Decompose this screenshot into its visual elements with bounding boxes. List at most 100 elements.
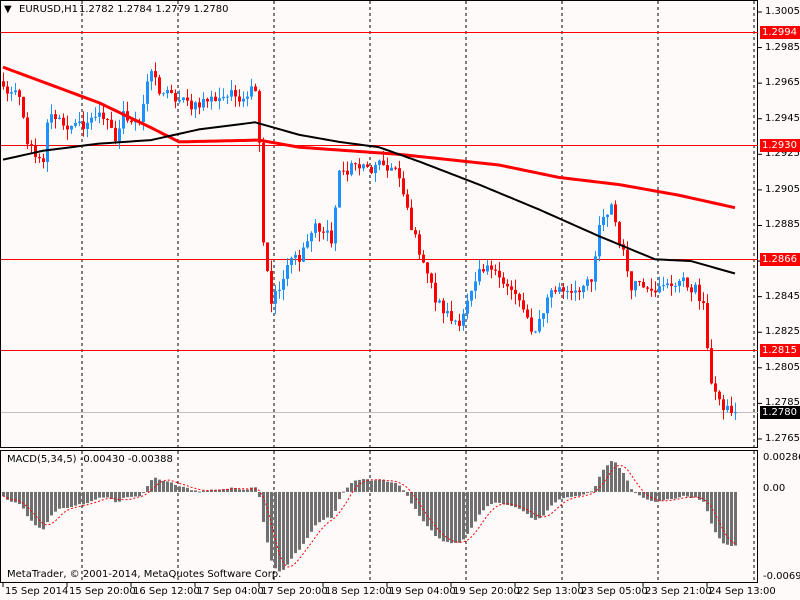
price-chart[interactable] bbox=[0, 0, 800, 600]
macd-histogram-bar bbox=[722, 491, 725, 544]
bear-candle bbox=[54, 114, 57, 120]
bear-candle bbox=[62, 117, 65, 126]
macd-histogram-bar bbox=[626, 480, 629, 492]
macd-histogram-bar bbox=[590, 491, 593, 493]
bull-candle bbox=[594, 256, 597, 282]
bear-candle bbox=[266, 242, 269, 271]
macd-histogram-bar bbox=[182, 486, 185, 492]
macd-histogram-bar bbox=[242, 489, 245, 492]
macd-histogram-bar bbox=[122, 491, 125, 498]
macd-histogram-bar bbox=[30, 491, 33, 521]
bull-candle bbox=[586, 279, 589, 286]
bull-candle bbox=[274, 291, 277, 304]
macd-histogram-bar bbox=[26, 491, 29, 517]
macd-histogram-bar bbox=[374, 480, 377, 492]
macd-histogram-bar bbox=[118, 491, 121, 502]
macd-histogram-bar bbox=[346, 487, 349, 492]
macd-histogram-bar bbox=[638, 491, 641, 496]
bear-candle bbox=[298, 255, 301, 262]
macd-histogram-bar bbox=[310, 491, 313, 532]
bear-candle bbox=[562, 287, 565, 292]
bear-candle bbox=[686, 277, 689, 288]
macd-histogram-bar bbox=[70, 491, 73, 508]
macd-histogram-bar bbox=[170, 482, 173, 492]
bear-candle bbox=[418, 234, 421, 255]
bear-candle bbox=[270, 270, 273, 304]
bear-candle bbox=[106, 119, 109, 121]
macd-histogram-bar bbox=[618, 467, 621, 492]
bull-candle bbox=[462, 313, 465, 326]
bull-candle bbox=[582, 285, 585, 293]
level-price-tag: 1.2866 bbox=[760, 253, 800, 267]
bull-candle bbox=[142, 103, 145, 123]
macd-histogram-bar bbox=[566, 491, 569, 498]
bull-candle bbox=[666, 283, 669, 286]
moving-average-fast bbox=[2, 121, 736, 275]
macd-histogram-bar bbox=[306, 491, 309, 538]
macd-histogram-bar bbox=[134, 491, 137, 497]
macd-histogram-bar bbox=[202, 490, 205, 492]
bull-candle bbox=[574, 290, 577, 293]
bear-candle bbox=[710, 348, 713, 384]
bear-candle bbox=[34, 145, 37, 158]
bull-candle bbox=[726, 405, 729, 411]
macd-histogram-bar bbox=[410, 491, 413, 504]
macd-histogram-bar bbox=[294, 491, 297, 554]
main-pane-frame bbox=[0, 0, 758, 448]
macd-histogram-bar bbox=[506, 491, 509, 506]
macd-histogram-bar bbox=[158, 479, 161, 492]
macd-histogram-bar bbox=[138, 491, 141, 497]
bear-candle bbox=[206, 98, 209, 102]
macd-histogram-bar bbox=[530, 491, 533, 518]
macd-histogram-bar bbox=[78, 491, 81, 505]
bull-candle bbox=[98, 112, 101, 117]
macd-histogram-bar bbox=[82, 491, 85, 505]
bear-candle bbox=[186, 97, 189, 101]
bear-candle bbox=[382, 160, 385, 166]
macd-histogram-bar bbox=[486, 491, 489, 507]
bear-candle bbox=[422, 254, 425, 263]
macd-histogram-bar bbox=[622, 472, 625, 492]
bull-candle bbox=[662, 285, 665, 287]
bull-candle bbox=[566, 291, 569, 293]
macd-histogram-bar bbox=[542, 491, 545, 516]
time-axis-label: 16 Sep 12:00 bbox=[133, 586, 200, 597]
price-axis-label: 1.2905 bbox=[765, 183, 800, 195]
bear-candle bbox=[254, 86, 257, 92]
bull-candle bbox=[378, 160, 381, 165]
bull-candle bbox=[46, 122, 49, 163]
bull-candle bbox=[338, 170, 341, 208]
bull-candle bbox=[478, 269, 481, 282]
macd-histogram-bar bbox=[230, 487, 233, 492]
macd-histogram-bar bbox=[266, 491, 269, 543]
macd-histogram-bar bbox=[18, 491, 21, 504]
macd-histogram-bar bbox=[730, 491, 733, 546]
macd-histogram-bar bbox=[654, 491, 657, 502]
macd-histogram-bar bbox=[450, 491, 453, 544]
bull-candle bbox=[558, 287, 561, 292]
macd-histogram-bar bbox=[142, 491, 145, 493]
bull-candle bbox=[230, 90, 233, 97]
bull-candle bbox=[302, 247, 305, 262]
macd-pane-frame bbox=[0, 450, 758, 583]
macd-histogram-bar bbox=[290, 491, 293, 559]
macd-histogram-bar bbox=[322, 491, 325, 520]
macd-histogram-bar bbox=[726, 491, 729, 545]
bull-candle bbox=[306, 241, 309, 248]
time-axis-label: 17 Sep 20:00 bbox=[261, 586, 328, 597]
macd-histogram-bar bbox=[678, 491, 681, 498]
bear-candle bbox=[722, 399, 725, 411]
bear-candle bbox=[730, 405, 733, 413]
bull-candle bbox=[210, 96, 213, 102]
bear-candle bbox=[346, 170, 349, 175]
macd-histogram-bar bbox=[58, 491, 61, 509]
macd-histogram-bar bbox=[106, 491, 109, 498]
bear-candle bbox=[66, 125, 69, 130]
macd-histogram-bar bbox=[14, 491, 17, 503]
bear-candle bbox=[506, 283, 509, 287]
chart-menu-icon[interactable]: ▼ bbox=[4, 4, 12, 16]
bull-candle bbox=[294, 255, 297, 258]
macd-histogram-bar bbox=[454, 491, 457, 543]
macd-histogram-bar bbox=[90, 491, 93, 502]
bull-candle bbox=[94, 116, 97, 118]
